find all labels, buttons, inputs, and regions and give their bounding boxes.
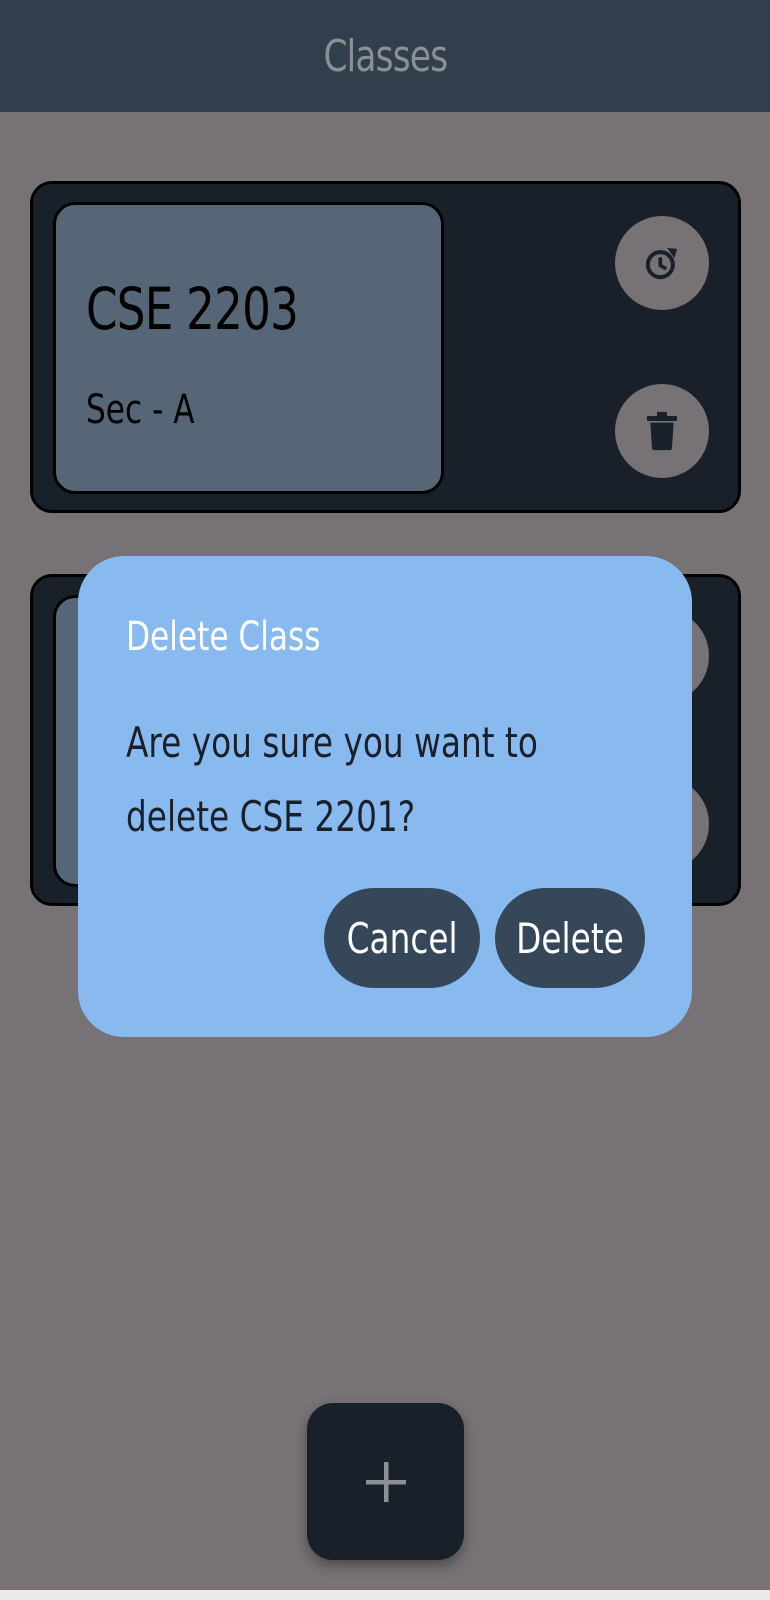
dialog-message: Are you sure you want to delete CSE 2201… [126,718,538,841]
confirm-delete-button[interactable]: Delete [495,888,645,988]
delete-class-dialog: Delete Class Are you sure you want to de… [78,556,692,1037]
system-nav-strip [0,1590,770,1600]
cancel-button[interactable]: Cancel [324,888,480,988]
cancel-button-label: Cancel [346,913,458,963]
dialog-title: Delete Class [126,614,321,660]
confirm-delete-button-label: Delete [516,913,624,963]
add-class-button[interactable] [307,1403,464,1560]
plus-icon [365,1461,406,1502]
